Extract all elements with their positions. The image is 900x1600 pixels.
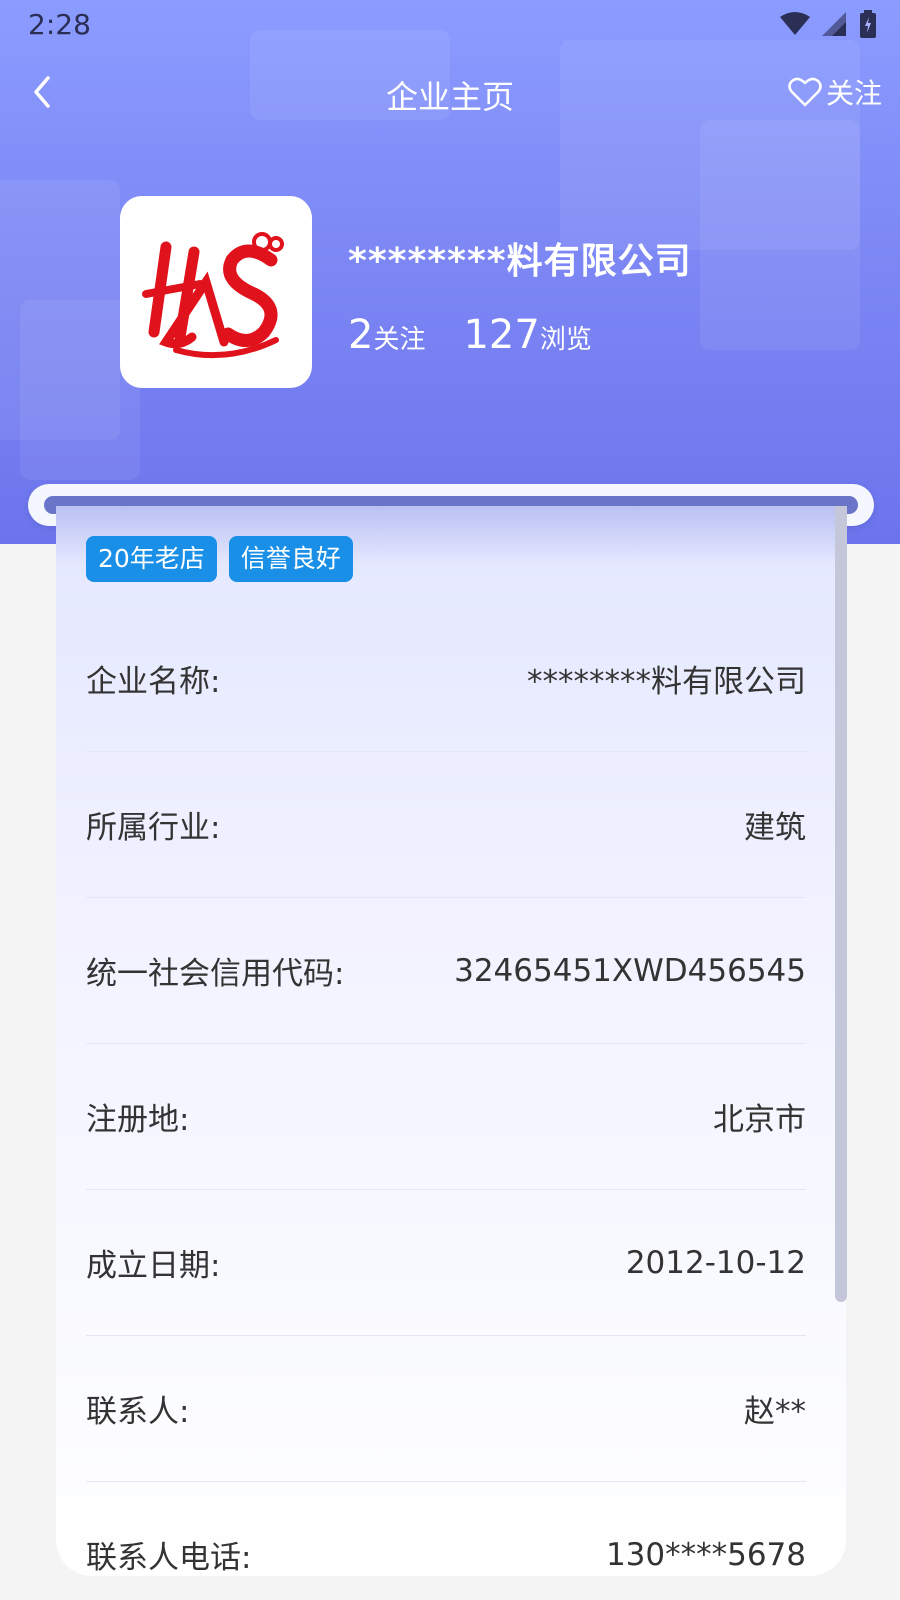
signal-icon — [822, 12, 846, 36]
detail-row-credit-code: 统一社会信用代码: 32465451XWD456545 — [86, 898, 806, 1044]
detail-row-registered-place: 注册地: 北京市 — [86, 1044, 806, 1190]
status-bar: 2:28 — [0, 0, 900, 48]
detail-row-company-name: 企业名称: ********料有限公司 — [86, 606, 806, 752]
detail-list: 企业名称: ********料有限公司 所属行业: 建筑 统一社会信用代码: 3… — [86, 606, 806, 1576]
follow-button[interactable]: 关注 — [788, 72, 882, 112]
detail-value: 32465451XWD456545 — [454, 952, 806, 989]
badge-years: 20年老店 — [86, 536, 217, 582]
status-icons — [780, 10, 876, 38]
detail-value: 北京市 — [713, 1102, 806, 1138]
follow-label: 关注 — [825, 77, 882, 110]
battery-icon — [860, 10, 876, 38]
detail-value: 赵** — [744, 1394, 806, 1430]
detail-label: 所属行业: — [86, 810, 221, 846]
status-time: 2:28 — [28, 8, 91, 41]
detail-value: 建筑 — [744, 810, 806, 846]
view-stat: 127浏览 — [463, 312, 591, 358]
detail-label: 联系人: — [86, 1394, 190, 1430]
heart-icon — [788, 77, 822, 107]
scrollbar[interactable] — [835, 506, 847, 1302]
detail-label: 企业名称: — [86, 664, 221, 700]
wifi-icon — [780, 12, 810, 35]
view-count: 127 — [463, 312, 540, 358]
follow-count: 2 — [348, 312, 374, 358]
view-count-label: 浏览 — [539, 325, 592, 355]
detail-label: 联系人电话: — [86, 1540, 252, 1576]
page-title: 企业主页 — [385, 78, 514, 116]
detail-value: ********料有限公司 — [527, 664, 806, 700]
company-name: ********料有限公司 — [348, 241, 692, 282]
badge-credit: 信誉良好 — [228, 536, 353, 582]
navigation-bar: 企业主页 关注 — [0, 64, 900, 120]
company-logo-mark — [142, 232, 284, 359]
follow-count-label: 关注 — [373, 325, 426, 355]
company-stats: 2关注 127浏览 — [348, 312, 592, 358]
contact-phone-value[interactable]: 130****5678 — [606, 1537, 806, 1573]
detail-row-contact-phone[interactable]: 联系人电话: 130****5678 — [86, 1482, 806, 1577]
detail-value: 2012-10-12 — [625, 1244, 806, 1281]
detail-label: 注册地: — [86, 1102, 190, 1138]
badge-list: 20年老店 信誉良好 — [86, 536, 353, 582]
detail-row-contact: 联系人: 赵** — [86, 1336, 806, 1482]
detail-label: 统一社会信用代码: — [86, 956, 345, 992]
detail-row-industry: 所属行业: 建筑 — [86, 752, 806, 898]
detail-row-founded-date: 成立日期: 2012-10-12 — [86, 1190, 806, 1336]
detail-label: 成立日期: — [86, 1248, 221, 1284]
company-info-card[interactable]: 20年老店 信誉良好 企业名称: ********料有限公司 所属行业: 建筑 … — [56, 506, 846, 1576]
follow-stat: 2关注 — [348, 312, 425, 358]
company-logo — [120, 196, 312, 388]
